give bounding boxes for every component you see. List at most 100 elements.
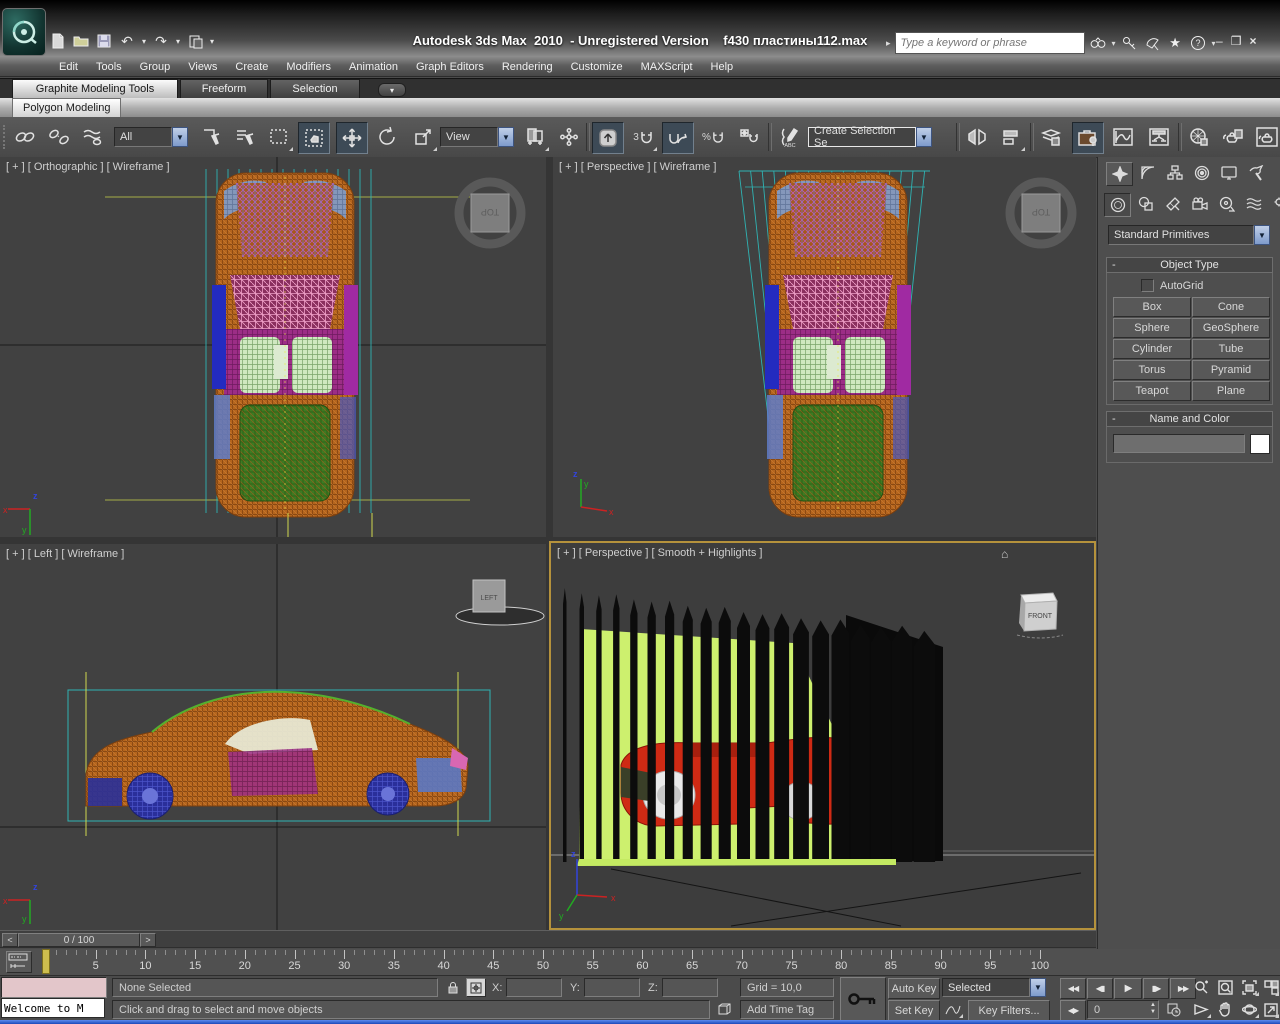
polygon-modeling-panel[interactable]: Polygon Modeling bbox=[12, 98, 121, 118]
tab-hierarchy[interactable] bbox=[1162, 162, 1187, 184]
create-torus-button[interactable]: Torus bbox=[1113, 360, 1191, 380]
window-crossing-toggle[interactable] bbox=[298, 122, 330, 154]
viewcube-front[interactable]: FRONT bbox=[1017, 593, 1063, 638]
isolate-selection-button[interactable] bbox=[714, 1000, 734, 1019]
rendered-frame-window-button[interactable] bbox=[1252, 122, 1280, 152]
help-button[interactable]: ? bbox=[1189, 34, 1208, 53]
minimize-button[interactable]: – bbox=[1216, 34, 1223, 48]
name-color-rollout-header[interactable]: - Name and Color bbox=[1106, 411, 1273, 427]
orbit-button[interactable] bbox=[1238, 1000, 1260, 1019]
selection-filter-combo[interactable]: All ▼ bbox=[114, 127, 188, 147]
fetch-button[interactable] bbox=[185, 31, 205, 51]
undo-button[interactable]: ↶ bbox=[117, 31, 137, 51]
menu-create[interactable]: Create bbox=[226, 61, 277, 73]
subscription-button[interactable] bbox=[1120, 34, 1139, 53]
viewport-orthographic[interactable]: TOP x z y [ + ] [ Orthographic ] [ Wiref… bbox=[0, 157, 546, 537]
key-filters-button[interactable]: Key Filters... bbox=[968, 1000, 1050, 1021]
combo-arrow-icon[interactable]: ▼ bbox=[172, 127, 188, 147]
create-pyramid-button[interactable]: Pyramid bbox=[1192, 360, 1270, 380]
bind-to-space-warp-button[interactable] bbox=[78, 122, 108, 152]
ribbon-tab-selection[interactable]: Selection bbox=[270, 79, 360, 99]
subtab-geometry[interactable] bbox=[1104, 193, 1131, 217]
field-of-view-button[interactable] bbox=[1190, 1000, 1212, 1019]
pan-button[interactable] bbox=[1214, 1000, 1236, 1019]
viewcube-left[interactable]: LEFT bbox=[456, 580, 544, 625]
default-in-out-tangents-button[interactable] bbox=[942, 1000, 964, 1019]
viewport-perspective-wireframe[interactable]: TOP y z x [ + ] [ Perspective ] [ Wirefr… bbox=[553, 157, 1096, 537]
subtab-spacewarps[interactable] bbox=[1241, 193, 1266, 215]
schematic-view-button[interactable] bbox=[1144, 122, 1174, 152]
render-setup-button[interactable] bbox=[1218, 122, 1248, 152]
maximize-viewport-toggle[interactable] bbox=[1262, 1000, 1280, 1019]
y-coordinate-field[interactable] bbox=[584, 978, 640, 997]
time-slider-handle[interactable]: 0 / 100 bbox=[18, 933, 140, 947]
frame-spinner[interactable]: ▲▼ bbox=[1148, 1002, 1158, 1017]
add-time-tag-field[interactable]: Add Time Tag bbox=[740, 1000, 834, 1019]
category-combo[interactable]: Standard Primitives ▼ bbox=[1108, 225, 1270, 245]
tab-modify[interactable] bbox=[1135, 162, 1160, 184]
viewport-left[interactable]: LEFT x z y [ + ] [ Left ] [ Wireframe ] bbox=[0, 544, 546, 930]
maxscript-listener-white[interactable]: Welcome to M bbox=[1, 998, 105, 1018]
reference-coordinate-combo[interactable]: View ▼ bbox=[440, 127, 514, 147]
viewport-perspective-shaded-active[interactable]: FRONT z x y [ + ] [ Perspective ] [ Smoo… bbox=[549, 541, 1096, 930]
select-and-manipulate-button[interactable] bbox=[554, 122, 584, 152]
viewcube-top-left[interactable]: TOP bbox=[459, 182, 521, 244]
curve-editor-button[interactable] bbox=[1108, 122, 1138, 152]
menu-edit[interactable]: Edit bbox=[50, 61, 87, 73]
material-editor-button[interactable] bbox=[1184, 122, 1214, 152]
next-frame-button[interactable]: ▮▶ bbox=[1143, 978, 1169, 999]
z-coordinate-field[interactable] bbox=[662, 978, 718, 997]
undo-dropdown-arrow[interactable]: ▾ bbox=[140, 31, 148, 51]
menu-tools[interactable]: Tools bbox=[87, 61, 131, 73]
ribbon-tab-freeform[interactable]: Freeform bbox=[180, 79, 268, 99]
menu-animation[interactable]: Animation bbox=[340, 61, 407, 73]
ribbon-minimize-toggle[interactable]: ▾ bbox=[378, 83, 406, 97]
infocenter-expander-icon[interactable]: ▸ bbox=[886, 38, 891, 49]
time-slider-prev-button[interactable]: < bbox=[2, 933, 18, 947]
open-mini-curve-editor-button[interactable] bbox=[6, 951, 32, 973]
create-box-button[interactable]: Box bbox=[1113, 297, 1191, 317]
unlink-selection-button[interactable] bbox=[44, 122, 74, 152]
track-bar[interactable]: 0510152025303540455055606570758085909510… bbox=[0, 949, 1280, 976]
zoom-button[interactable] bbox=[1190, 978, 1212, 997]
menu-graph-editors[interactable]: Graph Editors bbox=[407, 61, 493, 73]
angle-snap-toggle[interactable] bbox=[662, 122, 694, 154]
menu-customize[interactable]: Customize bbox=[562, 61, 632, 73]
black-slats[interactable] bbox=[563, 588, 935, 862]
open-file-button[interactable] bbox=[71, 31, 91, 51]
edit-named-selection-sets-button[interactable]: ABC bbox=[774, 122, 804, 152]
play-button[interactable]: ▶ bbox=[1114, 978, 1142, 999]
combo-arrow-icon[interactable]: ▼ bbox=[1030, 978, 1046, 997]
create-tube-button[interactable]: Tube bbox=[1192, 339, 1270, 359]
restore-button[interactable]: ❒ bbox=[1231, 34, 1242, 48]
tab-utilities[interactable] bbox=[1243, 162, 1268, 184]
viewcube-home-icon[interactable]: ⌂ bbox=[1001, 547, 1008, 561]
search-button[interactable] bbox=[1089, 34, 1108, 53]
subtab-lights[interactable] bbox=[1160, 193, 1185, 215]
select-by-name-button[interactable] bbox=[230, 122, 260, 152]
select-and-scale-button[interactable] bbox=[408, 122, 438, 152]
create-plane-button[interactable]: Plane bbox=[1192, 381, 1270, 401]
communication-center-button[interactable] bbox=[1143, 34, 1162, 53]
set-key-button[interactable]: Set Key bbox=[888, 1000, 940, 1021]
auto-key-button[interactable]: Auto Key bbox=[888, 978, 940, 999]
menu-modifiers[interactable]: Modifiers bbox=[277, 61, 340, 73]
manage-layers-button[interactable] bbox=[1036, 122, 1066, 152]
tab-create[interactable] bbox=[1106, 162, 1133, 186]
previous-frame-button[interactable]: ◀▮ bbox=[1087, 978, 1113, 999]
zoom-extents-button[interactable] bbox=[1238, 978, 1260, 997]
redo-button[interactable]: ↷ bbox=[151, 31, 171, 51]
autogrid-checkbox[interactable] bbox=[1141, 279, 1154, 292]
menu-help[interactable]: Help bbox=[702, 61, 743, 73]
tab-display[interactable] bbox=[1216, 162, 1241, 184]
object-type-rollout-header[interactable]: - Object Type bbox=[1106, 257, 1273, 273]
new-scene-button[interactable] bbox=[48, 31, 68, 51]
key-selection-combo[interactable]: Selected ▼ bbox=[942, 978, 1046, 998]
key-mode-toggle[interactable]: ◀▶ bbox=[1060, 1000, 1086, 1021]
menu-views[interactable]: Views bbox=[179, 61, 226, 73]
create-sphere-button[interactable]: Sphere bbox=[1113, 318, 1191, 338]
zoom-extents-all-button[interactable] bbox=[1262, 978, 1280, 997]
goto-start-button[interactable]: ◀◀ bbox=[1060, 978, 1086, 999]
create-teapot-button[interactable]: Teapot bbox=[1113, 381, 1191, 401]
named-selection-set-combo[interactable]: Create Selection Se ▼ bbox=[808, 127, 932, 147]
